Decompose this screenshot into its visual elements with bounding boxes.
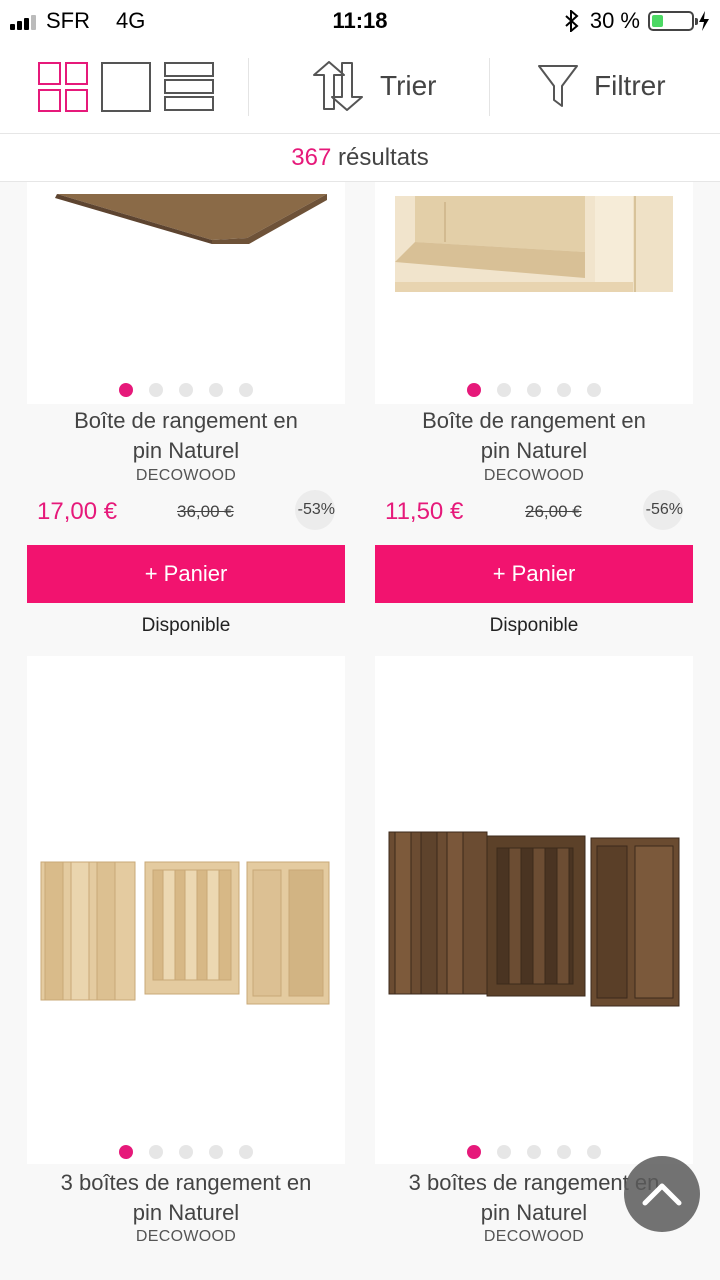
image-carousel-dots[interactable]	[375, 1145, 693, 1159]
product-price: 11,50 €	[385, 498, 464, 525]
filter-button[interactable]: Filtrer	[538, 60, 666, 112]
sort-button[interactable]: Trier	[312, 60, 437, 112]
image-carousel-dots[interactable]	[27, 383, 345, 397]
network-type: 4G	[116, 8, 146, 33]
image-carousel-dots[interactable]	[375, 383, 693, 397]
toolbar: Trier Filtrer	[0, 40, 720, 134]
toolbar-divider	[489, 58, 490, 116]
signal-icon	[10, 12, 38, 30]
bluetooth-icon	[565, 10, 579, 32]
product-title[interactable]: 3 boîtes de rangement en pin Naturel	[27, 1168, 345, 1228]
results-number: 367	[291, 144, 332, 171]
product-title[interactable]: Boîte de rangement en pin Naturel	[375, 406, 693, 466]
product-title[interactable]: Boîte de rangement en pin Naturel	[27, 406, 345, 466]
crate-set-image	[388, 831, 680, 1007]
list-icon	[164, 62, 214, 111]
sort-label: Trier	[380, 70, 437, 101]
chevron-up-icon	[642, 1183, 682, 1206]
product-image[interactable]	[375, 656, 693, 1164]
stock-status: Disponible	[489, 615, 579, 636]
single-view-button[interactable]	[101, 62, 151, 117]
sort-arrows-icon	[313, 61, 363, 111]
square-icon	[101, 62, 151, 112]
discount-badge: -56%	[643, 490, 683, 530]
product-old-price: 36,00 €	[177, 502, 234, 521]
product-old-price: 26,00 €	[525, 502, 582, 521]
scroll-to-top-button[interactable]	[624, 1156, 700, 1232]
product-image[interactable]	[375, 182, 693, 404]
product-brand: DECOWOOD	[135, 467, 237, 484]
filter-label: Filtrer	[594, 70, 666, 101]
grid-icon	[38, 62, 88, 112]
add-to-cart-button[interactable]: + Panier	[27, 545, 345, 603]
toolbar-divider	[248, 58, 249, 116]
product-brand: DECOWOOD	[135, 1228, 237, 1245]
product-brand: DECOWOOD	[483, 1228, 585, 1245]
add-to-cart-button[interactable]: + Panier	[375, 545, 693, 603]
product-card: Boîte de rangement en pin Naturel DECOWOO…	[375, 182, 693, 642]
crate-image	[55, 194, 327, 244]
discount-badge: -53%	[295, 490, 335, 530]
product-image[interactable]	[27, 656, 345, 1164]
carrier-name: SFR	[46, 8, 90, 33]
crate-image	[395, 196, 673, 292]
product-image[interactable]	[27, 182, 345, 404]
results-count: 367 résultats	[0, 134, 720, 182]
funnel-icon	[538, 65, 578, 107]
results-label: résultats	[338, 144, 429, 171]
stock-status: Disponible	[141, 615, 231, 636]
product-card: 3 boîtes de rangement en pin Naturel DECO…	[27, 656, 345, 1276]
product-card: Boîte de rangement en pin Naturel DECOWOO…	[27, 182, 345, 642]
image-carousel-dots[interactable]	[27, 1145, 345, 1159]
battery-percent: 30 %	[589, 8, 640, 33]
status-bar: SFR 4G 11:18 30 %	[0, 0, 720, 40]
charging-icon	[699, 11, 709, 31]
list-view-button[interactable]	[164, 62, 214, 117]
product-brand: DECOWOOD	[483, 467, 585, 484]
battery-icon	[648, 11, 698, 31]
crate-set-image	[40, 861, 330, 1005]
grid-view-button[interactable]	[38, 62, 88, 117]
product-price: 17,00 €	[37, 498, 118, 525]
